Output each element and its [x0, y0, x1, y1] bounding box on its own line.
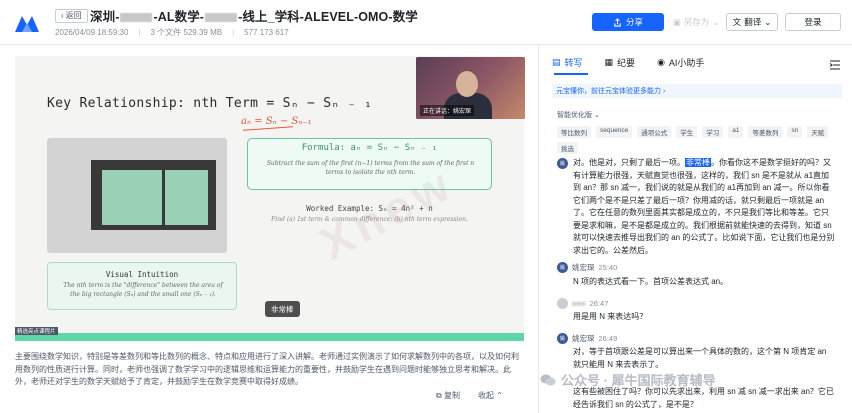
- diagram-green-block: [102, 170, 162, 225]
- save-as-button[interactable]: ▣ 另存为 ⌄: [671, 13, 721, 31]
- speaker-face: [456, 71, 478, 97]
- speaker-name-redacted: ■■■: [572, 299, 586, 308]
- app-logo-icon[interactable]: [13, 12, 41, 34]
- keyword-chips: 等比数列 sequence 通项公式 学生 学习 a1 等差数列 sn 天赋 挑…: [557, 126, 837, 154]
- chevron-down-icon: ⌄: [594, 112, 600, 119]
- file-info: 3 个文件 529.39 MB: [150, 28, 223, 37]
- keyword-chip[interactable]: 天赋: [807, 126, 829, 138]
- panel-divider: [538, 45, 539, 413]
- avatar: 姚: [557, 158, 568, 169]
- share-button[interactable]: 分享: [592, 13, 664, 31]
- copy-icon: ⧉: [436, 391, 442, 400]
- transcript-message[interactable]: 对，等于首项跟公差是可以算出来一个具体的数的，这个第 N 项肯定 an 就只能用…: [573, 346, 835, 371]
- transcript-message[interactable]: 对。他是对，只剩了最后一项。非常棒。你看你这不是数学挺好的吗？又有计算能力很强，…: [573, 157, 835, 257]
- share-icon: [614, 17, 621, 27]
- visual-intuition-heading: Visual Intuition: [105, 270, 179, 279]
- keyword-chip[interactable]: 等差数列: [748, 126, 783, 138]
- avatar: 姚: [557, 262, 568, 273]
- speaker-row: 姚 姚宏琛 26:49: [557, 333, 617, 344]
- back-button[interactable]: ‹ 返回: [55, 9, 88, 23]
- collapse-panel-icon[interactable]: [829, 60, 841, 70]
- wechat-icon: [540, 374, 556, 385]
- speaker-time: 25:40: [598, 263, 618, 272]
- translate-icon: 文: [732, 17, 742, 27]
- highlighted-phrase: 非常棒: [685, 158, 711, 167]
- speaker-name: 姚宏琛: [572, 263, 595, 272]
- speaker-row: 姚: [557, 158, 568, 169]
- keyword-chip[interactable]: 挑选: [557, 142, 578, 154]
- optimize-toggle[interactable]: 智能优化版 ⌄: [557, 110, 600, 120]
- visual-intuition-description: The nth term is the "difference" between…: [63, 282, 223, 298]
- summary-actions: ⧉ 复制 收起 ⌃: [436, 390, 503, 401]
- collapse-button[interactable]: 收起 ⌃: [478, 390, 503, 401]
- video-player[interactable]: Key Relationship: nth Term = Sₙ − Sₙ ₋ ₁…: [0, 46, 538, 348]
- keyword-chip[interactable]: a1: [728, 126, 744, 138]
- active-tab-indicator: [554, 73, 588, 75]
- meeting-id: 577 173 617: [244, 28, 289, 37]
- formula-card: Formula: aₙ = Sₙ − Sₙ ₋ ₁ Subtract the s…: [247, 138, 492, 190]
- meta-info: 2026/04/09 18:59:30 | 3 个文件 529.39 MB | …: [55, 28, 289, 37]
- visual-intuition-card: Visual Intuition The nth term is the "di…: [47, 262, 237, 310]
- handwritten-annotation: aₙ = Sₙ − Sₙ₋₁: [241, 116, 312, 127]
- transcript-icon: ▤: [552, 57, 561, 67]
- chevron-left-icon: ‹: [61, 11, 64, 20]
- transcript-message[interactable]: 用是用 N 来表达吗？: [573, 311, 835, 324]
- top-bar: ‹ 返回 深圳- -AL数学- -线上_学科-ALEVEL-OMO-数学 2026/…: [0, 0, 852, 45]
- redacted-block: [120, 13, 153, 23]
- wechat-watermark: 公众号 · 犀牛国际教育辅导: [540, 370, 716, 389]
- copy-button[interactable]: ⧉ 复制: [436, 390, 460, 401]
- avatar: 姚: [557, 333, 568, 344]
- redacted-block: [205, 13, 238, 23]
- chevron-down-icon: ⌄: [712, 16, 720, 27]
- speaker-video-thumbnail[interactable]: 正在讲话：姚宏琛: [416, 57, 525, 119]
- progress-tag: 精选亮点课程片: [15, 327, 58, 335]
- tab-transcript[interactable]: ▤ 转写: [552, 56, 583, 69]
- formula-heading: Formula: aₙ = Sₙ − Sₙ ₋ ₁: [301, 143, 438, 153]
- page-title: 深圳- -AL数学- -线上_学科-ALEVEL-OMO-数学: [90, 10, 418, 24]
- ai-icon: ◉: [657, 57, 665, 67]
- slide-title: Key Relationship: nth Term = Sₙ − Sₙ ₋ ₁: [47, 96, 373, 111]
- keyword-chip[interactable]: sn: [787, 126, 803, 138]
- chevron-up-icon: ⌃: [496, 391, 503, 400]
- translate-button[interactable]: 文 翻译 ⌄: [726, 13, 778, 31]
- keyword-chip[interactable]: 通项公式: [637, 126, 672, 138]
- speaker-label: 正在讲话：姚宏琛: [420, 105, 475, 116]
- speaker-time: 26:47: [589, 299, 609, 308]
- speaker-time: 26:49: [598, 334, 618, 343]
- diagram-green-block: [165, 170, 208, 225]
- tab-minutes[interactable]: ▦ 纪要: [605, 56, 636, 69]
- progress-bar[interactable]: [15, 333, 524, 341]
- record-date: 2026/04/09 18:59:30: [55, 28, 129, 37]
- meeting-summary: 主要围绕数学知识，特别是等差数列和等比数列的概念、特点和应用进行了深入讲解。老师…: [15, 352, 519, 386]
- keyword-chip[interactable]: sequence: [596, 126, 633, 138]
- speaker-row: ■■■ 26:47: [557, 298, 608, 309]
- promo-banner[interactable]: 元宝懂你，前往元宝体验更多能力 ›: [552, 84, 842, 98]
- keyword-chip[interactable]: 学生: [676, 126, 698, 138]
- transcript-message[interactable]: 这有些被困住了吗？你可以先求出来，利用 sn 减 sn 减一求出来 an？它已经…: [573, 386, 835, 411]
- speaker-name: 姚宏琛: [572, 334, 595, 343]
- keyword-chip[interactable]: 等比数列: [557, 126, 591, 138]
- caption-bubble: 非常棒: [265, 301, 300, 317]
- transcript-message[interactable]: N 项的表达式看一下。首项公差表达式 an。: [573, 276, 835, 289]
- save-icon: ▣: [672, 16, 681, 27]
- keyword-chip[interactable]: 学习: [702, 126, 724, 138]
- sidebar-tabs: ▤ 转写 ▦ 纪要 ◉ AI小助手: [552, 56, 704, 69]
- speaker-row: 姚 姚宏琛 25:40: [557, 262, 617, 273]
- minutes-icon: ▦: [604, 57, 614, 67]
- login-button[interactable]: 登录: [785, 13, 841, 31]
- chevron-down-icon: ⌄: [764, 16, 772, 27]
- avatar: [557, 298, 568, 309]
- tab-ai-assistant[interactable]: ◉ AI小助手: [657, 56, 704, 69]
- progress-fill: [15, 333, 524, 341]
